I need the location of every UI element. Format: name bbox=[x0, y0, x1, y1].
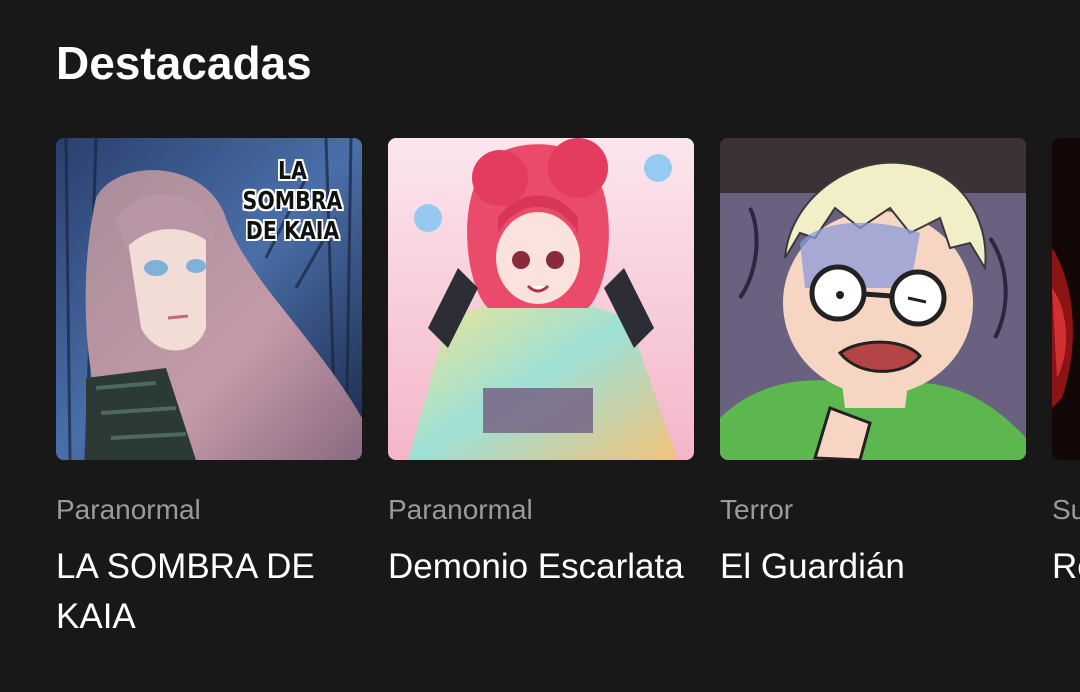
story-genre: Terror bbox=[720, 494, 794, 525]
story-genre: Paranormal bbox=[388, 494, 533, 525]
story-genre: Paranormal bbox=[56, 494, 201, 525]
story-title[interactable]: LA SOMBRA DE KAIA bbox=[56, 542, 362, 642]
story-title[interactable]: Re bbox=[1052, 542, 1080, 592]
story-card[interactable]: Terror El Guardián bbox=[720, 138, 1026, 586]
featured-carousel[interactable]: LA SOMBRA DE KAIA Paranormal LA SOMBRA D… bbox=[0, 0, 1080, 692]
story-cover[interactable] bbox=[720, 138, 1026, 460]
cover-title-text: LA SOMBRA DE KAIA bbox=[242, 156, 343, 245]
story-cover[interactable] bbox=[1052, 138, 1080, 460]
story-genre: Su bbox=[1052, 494, 1080, 525]
story-card[interactable]: Su Re bbox=[1052, 138, 1080, 586]
red-haired-demon-girl-icon bbox=[388, 138, 694, 460]
red-hair-partial-icon bbox=[1052, 138, 1080, 460]
story-cover[interactable]: LA SOMBRA DE KAIA bbox=[56, 138, 362, 460]
story-card[interactable]: Paranormal Demonio Escarlata bbox=[388, 138, 694, 586]
story-title[interactable]: Demonio Escarlata bbox=[388, 542, 694, 592]
story-title[interactable]: El Guardián bbox=[720, 542, 1026, 592]
story-cover[interactable] bbox=[388, 138, 694, 460]
story-card[interactable]: LA SOMBRA DE KAIA Paranormal LA SOMBRA D… bbox=[56, 138, 362, 636]
scared-boy-glasses-icon bbox=[720, 138, 1026, 460]
